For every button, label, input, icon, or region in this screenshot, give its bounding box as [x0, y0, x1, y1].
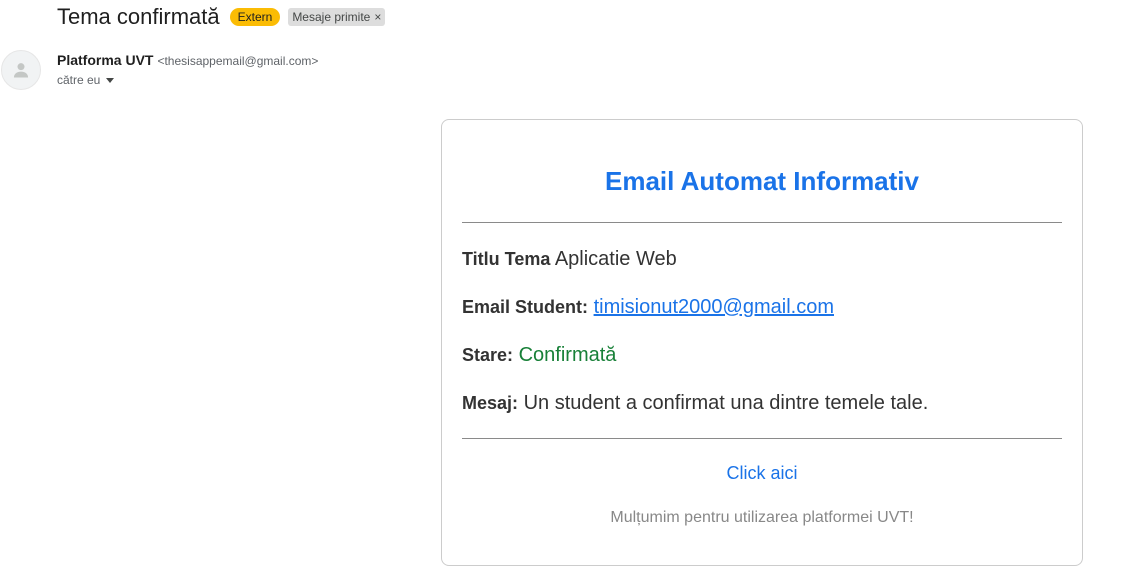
click-here-link[interactable]: Click aici [442, 463, 1082, 484]
sender-name[interactable]: Platforma UVT [57, 52, 153, 68]
sender-email: <thesisappemail@gmail.com> [157, 54, 319, 68]
field-student-email: Email Student: timisionut2000@gmail.com [462, 296, 834, 319]
subject-row: Tema confirmată Extern Mesaje primite × [57, 3, 386, 31]
extern-badge: Extern [229, 8, 281, 26]
field-label: Mesaj: [462, 393, 519, 413]
email-body-card: Email Automat Informativ Titlu Tema Apli… [441, 119, 1083, 566]
field-label: Email Student: [462, 297, 589, 317]
status-value: Confirmată [518, 344, 617, 366]
chevron-down-icon[interactable] [106, 77, 115, 83]
sender-row: Platforma UVT <thesisappemail@gmail.com> [57, 52, 318, 68]
field-value: Aplicatie Web [554, 248, 677, 270]
remove-label-icon[interactable]: × [374, 10, 381, 24]
field-label: Titlu Tema [462, 249, 551, 269]
student-email-link[interactable]: timisionut2000@gmail.com [594, 296, 834, 318]
inbox-label-text: Mesaje primite [292, 10, 371, 24]
recipient-details-toggle[interactable]: către eu [57, 73, 115, 87]
field-status: Stare: Confirmată [462, 344, 616, 367]
field-thesis-title: Titlu Tema Aplicatie Web [462, 248, 677, 271]
person-icon [13, 63, 29, 78]
inbox-label-chip[interactable]: Mesaje primite × [288, 8, 386, 26]
footer-text: Mulțumim pentru utilizarea platformei UV… [610, 509, 914, 526]
card-title: Email Automat Informativ [605, 166, 919, 196]
recipient-label: către eu [57, 73, 101, 87]
field-value: Un student a confirmat una dintre temele… [523, 392, 929, 414]
field-label: Stare: [462, 345, 514, 365]
field-message: Mesaj: Un student a confirmat una dintre… [462, 392, 928, 415]
email-subject: Tema confirmată [57, 4, 220, 29]
sender-avatar[interactable] [1, 50, 41, 90]
divider-top [462, 222, 1062, 223]
divider-bottom [462, 438, 1062, 439]
